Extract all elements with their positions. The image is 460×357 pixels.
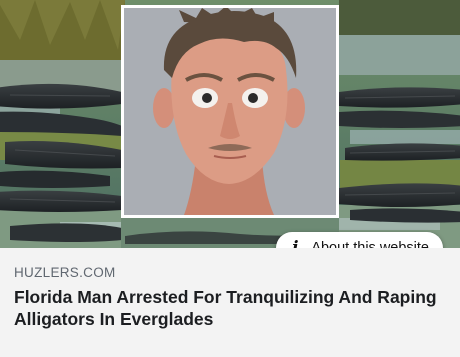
- link-preview-card[interactable]: i About this website HUZLERS.COM Florida…: [0, 0, 460, 357]
- article-headline: Florida Man Arrested For Tranquilizing A…: [14, 287, 437, 329]
- link-preview-text[interactable]: HUZLERS.COM Florida Man Arrested For Tra…: [0, 248, 460, 357]
- source-domain: HUZLERS.COM: [14, 265, 116, 280]
- man-face-illustration: [124, 8, 336, 215]
- article-image[interactable]: [0, 0, 460, 248]
- mugshot-photo: [121, 5, 339, 218]
